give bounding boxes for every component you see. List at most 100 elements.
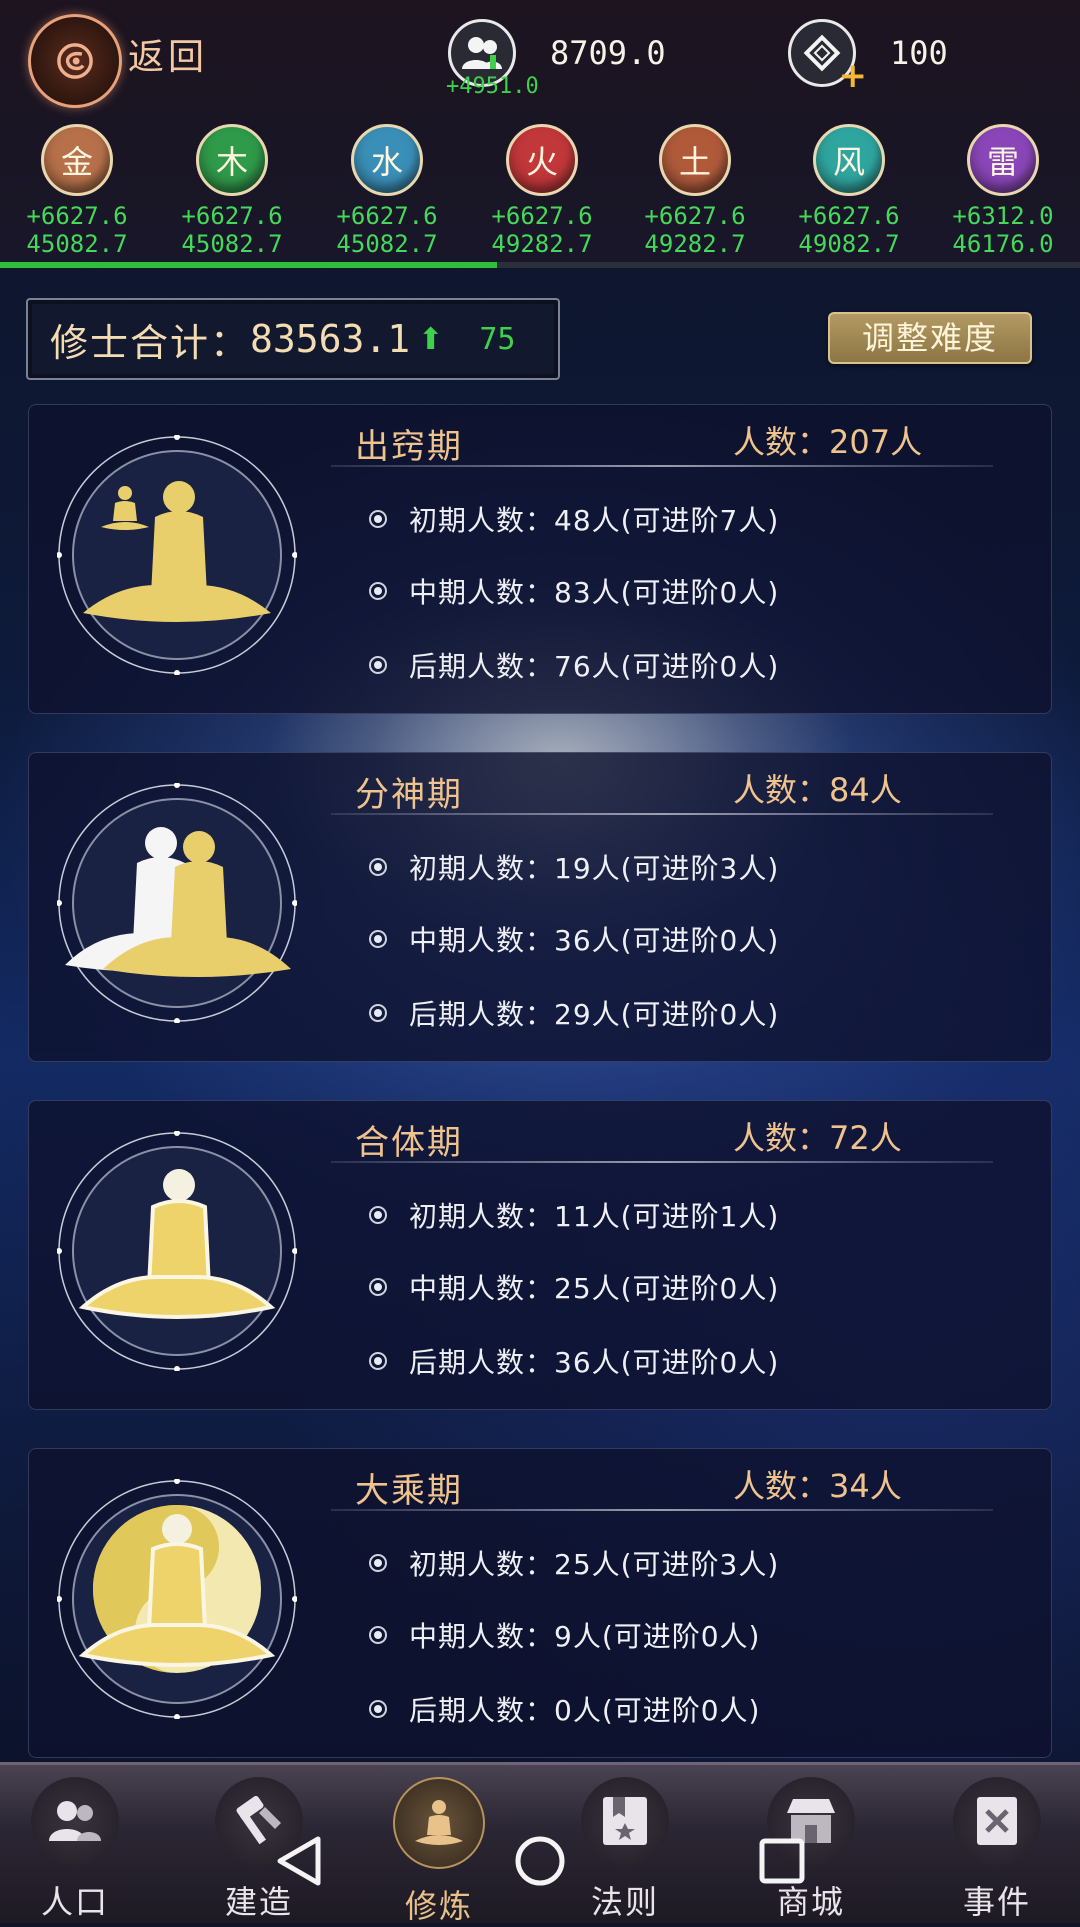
population-value: 8709.0 [550, 34, 666, 72]
system-home-icon[interactable] [512, 1833, 568, 1889]
nav-cultivate[interactable]: 修炼 [364, 1777, 514, 1927]
stage-row-late: 后期人数：76人(可进阶0人) [369, 645, 779, 685]
total-label: 修士合计： [50, 320, 251, 365]
element-orb: 土 [659, 124, 731, 196]
element-fire[interactable]: 火 +6627.6 49282.7 [467, 124, 617, 258]
meditation-icon [57, 1131, 297, 1371]
stage-card[interactable]: 出窍期 人数：207人 初期人数：48人(可进阶7人) 中期人数：83人(可进阶… [28, 404, 1052, 714]
row-text: 中期人数：25人(可进阶0人) [409, 1272, 780, 1305]
element-orb: 木 [196, 124, 268, 196]
element-total: 45082.7 [26, 230, 128, 258]
bullet-icon [369, 858, 387, 876]
adjust-difficulty-button[interactable]: 调整难度 [828, 312, 1032, 364]
total-increase: 75 [479, 321, 516, 357]
stage-card[interactable]: 大乘期 人数：34人 初期人数：25人(可进阶3人) 中期人数：9人(可进阶0人… [28, 1448, 1052, 1758]
nav-event[interactable]: 事件 [922, 1777, 1072, 1923]
stage-count: 人数：34人 [733, 1467, 902, 1505]
stage-row-early: 初期人数：19人(可进阶3人) [369, 847, 779, 887]
element-orb: 水 [351, 124, 423, 196]
element-orb: 火 [506, 124, 578, 196]
bottom-nav: 人口 建造 修炼 法则 商城 事件 [0, 1762, 1080, 1925]
bullet-icon [369, 1206, 387, 1224]
element-total: 49282.7 [491, 230, 593, 258]
element-delta: +6312.0 [952, 202, 1054, 230]
up-arrow-icon: ⬆ [418, 321, 444, 357]
row-text: 后期人数：0人(可进阶0人) [409, 1694, 761, 1727]
stage-row-middle: 中期人数：36人(可进阶0人) [369, 919, 779, 959]
stage-count: 人数：207人 [733, 423, 923, 461]
element-wind[interactable]: 风 +6627.6 49082.7 [774, 124, 924, 258]
bullet-icon [369, 1352, 387, 1370]
element-total: 45082.7 [336, 230, 438, 258]
back-label[interactable]: 返回 [128, 28, 208, 80]
stage-title: 合体期 [355, 1123, 463, 1163]
row-text: 后期人数：76人(可进阶0人) [409, 650, 780, 683]
nav-population[interactable]: 人口 [0, 1777, 150, 1923]
add-currency-icon[interactable]: + [839, 56, 868, 96]
element-delta: +6627.6 [644, 202, 746, 230]
meditation-icon [57, 1479, 297, 1719]
element-wood[interactable]: 木 +6627.6 45082.7 [157, 124, 307, 258]
divider [331, 1509, 993, 1511]
stage-row-early: 初期人数：11人(可进阶1人) [369, 1195, 779, 1235]
system-back-icon[interactable] [270, 1833, 326, 1889]
divider [331, 813, 993, 815]
row-text: 后期人数：36人(可进阶0人) [409, 1346, 780, 1379]
system-recents-icon[interactable] [754, 1833, 810, 1889]
cultivate-icon [393, 1777, 485, 1869]
element-delta: +6627.6 [798, 202, 900, 230]
stage-title: 大乘期 [355, 1471, 463, 1511]
element-water[interactable]: 水 +6627.6 45082.7 [312, 124, 462, 258]
bullet-icon [369, 1700, 387, 1718]
bullet-icon [369, 582, 387, 600]
bullet-icon [369, 1004, 387, 1022]
progress-bar [0, 262, 1080, 268]
stage-title: 分神期 [355, 775, 463, 815]
element-total: 46176.0 [952, 230, 1054, 258]
stage-card[interactable]: 合体期 人数：72人 初期人数：11人(可进阶1人) 中期人数：25人(可进阶0… [28, 1100, 1052, 1410]
nav-label: 事件 [962, 1883, 1031, 1921]
bullet-icon [369, 1554, 387, 1572]
currency-value: 100 [890, 34, 948, 72]
stage-card[interactable]: 分神期 人数：84人 初期人数：19人(可进阶3人) 中期人数：36人(可进阶0… [28, 752, 1052, 1062]
stage-row-late: 后期人数：29人(可进阶0人) [369, 993, 779, 1033]
row-text: 初期人数：11人(可进阶1人) [409, 1200, 780, 1233]
divider [331, 1161, 993, 1163]
bullet-icon [369, 510, 387, 528]
nav-label: 修炼 [404, 1887, 473, 1925]
row-text: 初期人数：25人(可进阶3人) [409, 1548, 780, 1581]
stage-title: 出窍期 [355, 427, 463, 467]
law-icon [581, 1777, 669, 1865]
event-icon [953, 1777, 1041, 1865]
total-value: 83563.1 [250, 317, 411, 361]
back-icon [57, 43, 93, 79]
back-button[interactable] [28, 14, 122, 108]
stage-row-late: 后期人数：36人(可进阶0人) [369, 1341, 779, 1381]
cultivator-total-panel: 修士合计： 83563.1 ⬆ 75 [26, 298, 560, 380]
divider [331, 465, 993, 467]
element-earth[interactable]: 土 +6627.6 49282.7 [620, 124, 770, 258]
row-text: 初期人数：48人(可进阶7人) [409, 504, 780, 537]
element-orb: 风 [813, 124, 885, 196]
stage-count: 人数：84人 [733, 771, 902, 809]
meditation-icon [57, 783, 297, 1023]
nav-law[interactable]: 法则 [550, 1777, 700, 1923]
element-thunder[interactable]: 雷 +6312.0 46176.0 [928, 124, 1078, 258]
stage-count: 人数：72人 [733, 1119, 902, 1157]
nav-label: 法则 [590, 1883, 659, 1921]
stage-row-early: 初期人数：48人(可进阶7人) [369, 499, 779, 539]
element-total: 49282.7 [644, 230, 746, 258]
stage-row-late: 后期人数：0人(可进阶0人) [369, 1689, 760, 1729]
meditation-icon [57, 435, 297, 675]
bullet-icon [369, 1278, 387, 1296]
progress-fill [0, 262, 497, 268]
element-metal[interactable]: 金 +6627.6 45082.7 [2, 124, 152, 258]
element-delta: +6627.6 [336, 202, 438, 230]
row-text: 初期人数：19人(可进阶3人) [409, 852, 780, 885]
stage-row-middle: 中期人数：83人(可进阶0人) [369, 571, 779, 611]
currency-resource[interactable]: + 100 [788, 18, 948, 96]
bullet-icon [369, 930, 387, 948]
row-text: 中期人数：36人(可进阶0人) [409, 924, 780, 957]
stage-row-middle: 中期人数：9人(可进阶0人) [369, 1615, 760, 1655]
element-orb: 金 [41, 124, 113, 196]
